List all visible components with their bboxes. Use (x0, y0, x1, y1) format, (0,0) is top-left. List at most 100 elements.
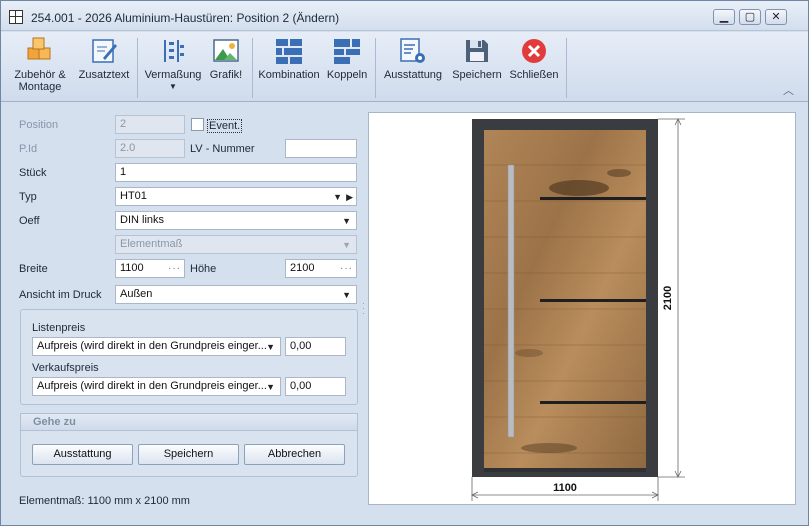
breite-label: Breite (19, 263, 48, 275)
elementmass-value: Elementmaß (120, 238, 183, 250)
chevron-down-icon: ▼ (266, 382, 275, 392)
zusatztext-label: Zusatztext (78, 69, 130, 81)
speichern-ribbon-button[interactable]: Speichern (450, 36, 504, 81)
close-icon (522, 39, 546, 63)
vermassung-button[interactable]: Vermaßung ▼ (143, 36, 203, 91)
maximize-button[interactable]: ▢ (739, 9, 761, 25)
position-field: 2 (115, 115, 185, 134)
boxes-icon (27, 37, 51, 60)
ribbon-separator (566, 38, 567, 98)
coupling-icon (334, 39, 360, 64)
pid-label: P.Id (19, 143, 38, 155)
picture-icon (213, 39, 239, 62)
zusatztext-button[interactable]: Zusatztext (75, 36, 133, 81)
stueck-input[interactable]: 1 (115, 163, 357, 182)
grid-icon (276, 39, 302, 64)
more-dots-icon[interactable]: ··· (340, 260, 353, 277)
ansicht-select[interactable]: Außen ▼ (115, 285, 357, 304)
verkaufspreis-label: Verkaufspreis (32, 362, 99, 374)
zubehoer-label-line1: Zubehör & (14, 69, 66, 81)
door-drawing: 2100 1100 (471, 118, 685, 501)
oeff-value: DIN links (120, 214, 165, 226)
settings-list-icon (400, 38, 425, 63)
pid-field: 2.0 (115, 139, 185, 158)
chevron-down-icon: ▼ (342, 216, 351, 226)
more-dots-icon[interactable]: ··· (168, 260, 181, 277)
door-groove (540, 299, 646, 302)
schliessen-label: Schließen (509, 69, 559, 81)
window-title: 254.001 - 2026 Aluminium-Haustüren: Posi… (31, 11, 340, 25)
ribbon-separator (375, 38, 376, 98)
ribbon-separator (252, 38, 253, 98)
hoehe-input[interactable]: 2100 ··· (285, 259, 357, 278)
kombination-label: Kombination (258, 69, 320, 81)
ausstattung-ribbon-button[interactable]: Ausstattung (380, 36, 446, 81)
splitter-handle[interactable]: · · · (362, 300, 365, 318)
event-label[interactable]: Event. (207, 119, 243, 133)
ausstattung-button[interactable]: Ausstattung (32, 444, 133, 465)
ausstattung-ribbon-label: Ausstattung (383, 69, 443, 81)
grafik-button[interactable]: Grafik! (205, 36, 247, 81)
listenpreis-label: Listenpreis (32, 322, 86, 334)
speichern-button[interactable]: Speichern (138, 444, 239, 465)
zubehoer-label-line2: Montage (18, 81, 62, 93)
hoehe-label: Höhe (190, 263, 217, 275)
verkaufspreis-input[interactable]: 0,00 (285, 377, 346, 396)
listenpreis-mode-value: Aufpreis (wird direkt in den Grundpreis … (37, 340, 267, 352)
position-label: Position (19, 119, 59, 131)
vermassung-dropdown-icon: ▼ (169, 82, 177, 91)
ansicht-value: Außen (120, 288, 153, 300)
lv-nummer-input[interactable] (285, 139, 357, 158)
event-checkbox[interactable] (191, 118, 204, 131)
abbrechen-button[interactable]: Abbrechen (244, 444, 345, 465)
stueck-label: Stück (19, 167, 47, 179)
chevron-down-icon: ▼ (266, 342, 275, 352)
typ-value: HT01 (120, 190, 147, 202)
dimension-icon (164, 40, 184, 62)
hoehe-value: 2100 (290, 262, 315, 274)
typ-select[interactable]: HT01 ▼ ▶ (115, 187, 357, 206)
speichern-ribbon-label: Speichern (452, 69, 502, 81)
chevron-down-icon: ▼ (333, 192, 342, 202)
chevron-down-icon: ▼ (342, 290, 351, 300)
chevron-down-icon: ▼ (342, 240, 351, 250)
zubehoer-montage-button[interactable]: Zubehör & Montage (9, 36, 71, 93)
ansicht-label: Ansicht im Druck (19, 289, 102, 301)
door-groove (540, 401, 646, 404)
oeff-select[interactable]: DIN links ▼ (115, 211, 357, 230)
grafik-label: Grafik! (209, 69, 243, 81)
goto-header[interactable]: Gehe zu (20, 413, 358, 431)
oeff-label: Oeff (19, 215, 40, 227)
ribbon-separator (137, 38, 138, 98)
koppeln-label: Koppeln (326, 69, 368, 81)
lv-nummer-label: LV - Nummer (190, 143, 255, 155)
verkaufspreis-mode-value: Aufpreis (wird direkt in den Grundpreis … (37, 380, 267, 392)
door-groove (540, 197, 646, 200)
typ-label: Typ (19, 191, 37, 203)
minimize-button[interactable]: ▁ (713, 9, 735, 25)
width-dimension-label: 1100 (553, 482, 577, 494)
breite-value: 1100 (120, 262, 144, 274)
kombination-button[interactable]: Kombination (257, 36, 321, 81)
door-handle (507, 164, 515, 438)
listenpreis-input[interactable]: 0,00 (285, 337, 346, 356)
schliessen-button[interactable]: Schließen (507, 36, 561, 81)
collapse-ribbon-icon[interactable]: ︿ (783, 82, 795, 97)
chevron-right-icon[interactable]: ▶ (346, 189, 353, 206)
verkaufspreis-mode-select[interactable]: Aufpreis (wird direkt in den Grundpreis … (32, 377, 281, 396)
elementmass-status: Elementmaß: 1100 mm x 2100 mm (19, 495, 190, 507)
app-grid-icon (9, 10, 23, 24)
ribbon-toolbar: Zubehör & Montage Zusatztext Vermaßung ▼… (1, 32, 808, 102)
save-icon (466, 40, 488, 62)
height-dimension-label: 2100 (662, 286, 674, 310)
title-bar[interactable]: 254.001 - 2026 Aluminium-Haustüren: Posi… (1, 1, 808, 31)
listenpreis-mode-select[interactable]: Aufpreis (wird direkt in den Grundpreis … (32, 337, 281, 356)
elementmass-select: Elementmaß ▼ (115, 235, 357, 254)
koppeln-button[interactable]: Koppeln (324, 36, 370, 81)
close-window-button[interactable]: ✕ (765, 9, 787, 25)
vermassung-label: Vermaßung (144, 69, 202, 81)
door-preview: 2100 1100 (368, 112, 796, 505)
breite-input[interactable]: 1100 ··· (115, 259, 185, 278)
edit-text-icon (92, 39, 117, 63)
dialog-window: 254.001 - 2026 Aluminium-Haustüren: Posi… (0, 0, 809, 526)
